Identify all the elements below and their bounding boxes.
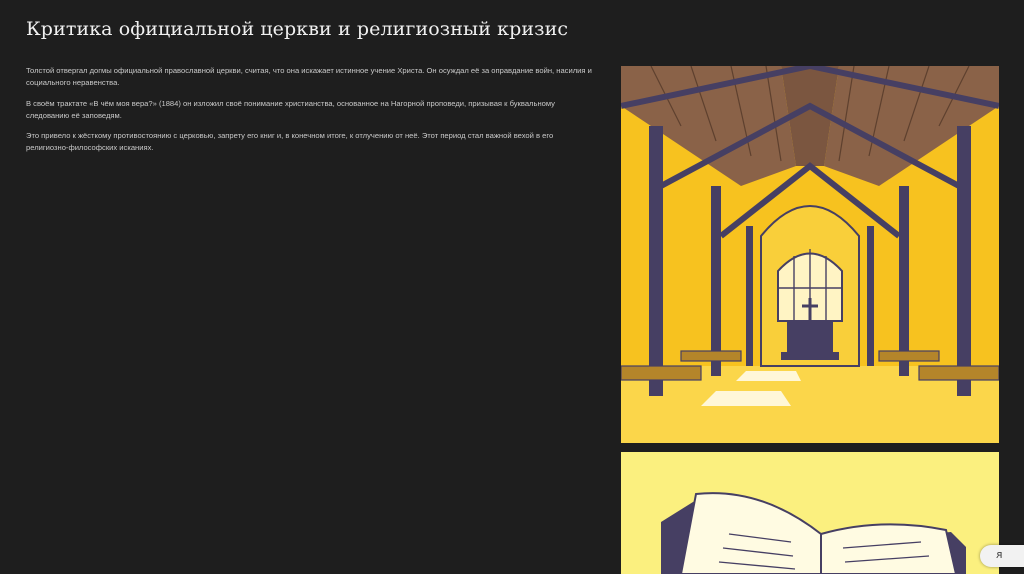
slide-title: Критика официальной церкви и религиозный… <box>26 18 569 40</box>
church-interior-image <box>621 66 999 443</box>
paragraph-3: Это привело к жёсткому противостоянию с … <box>26 131 554 153</box>
open-book-illustration <box>621 452 999 574</box>
paragraph-1: Толстой отвергал догмы официальной право… <box>26 66 592 88</box>
zoom-icon[interactable]: ᴙ <box>996 548 1003 561</box>
open-book-image <box>621 452 999 574</box>
slide-page: Критика официальной церкви и религиозный… <box>0 0 1024 574</box>
slide-body: Толстой отвергал догмы официальной право… <box>26 65 596 163</box>
zoom-widget[interactable]: ᴙ <box>980 545 1024 567</box>
church-interior-illustration <box>621 66 999 443</box>
paragraph-2: В своём трактате «В чём моя вера?» (1884… <box>26 98 555 120</box>
